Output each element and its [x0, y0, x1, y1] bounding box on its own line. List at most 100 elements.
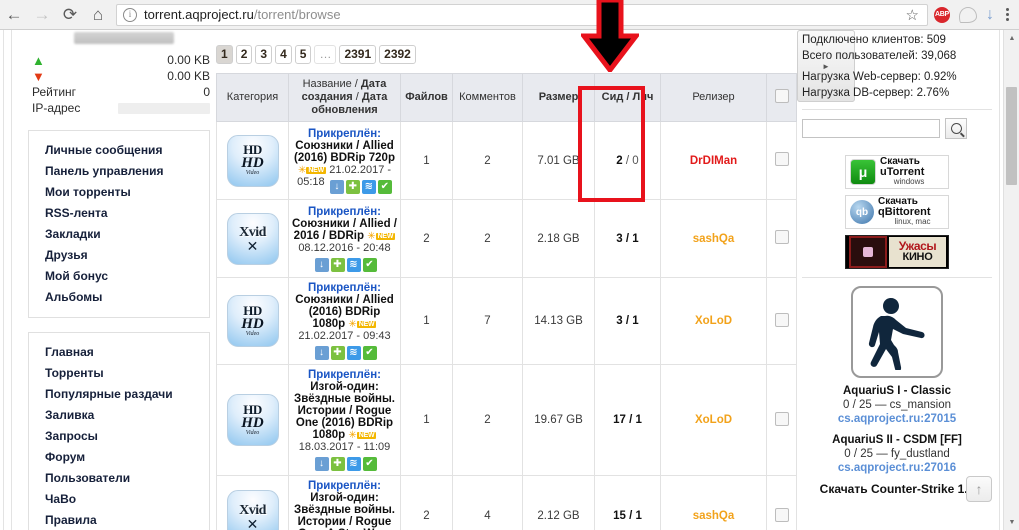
menu-item-bookmarks[interactable]: Закладки [45, 224, 209, 245]
home-icon[interactable]: ⌂ [84, 1, 112, 29]
row-releaser[interactable]: XoLoD [660, 277, 767, 365]
row-checkbox[interactable] [774, 411, 789, 426]
menu-item-control-panel[interactable]: Панель управления [45, 161, 209, 182]
col-comments[interactable]: Комментов [452, 73, 523, 122]
download-icon[interactable]: ↓ [314, 346, 329, 360]
adblock-icon[interactable]: ABP [934, 6, 950, 23]
torrent-title[interactable]: Союзники / Allied (2016) BDRip 1080p [295, 294, 394, 330]
scrollbar-up-arrow[interactable]: ▲ [1004, 30, 1019, 46]
releaser-name[interactable]: sashQa [693, 233, 735, 245]
banner-utorrent[interactable]: μ Скачать uTorrent windows [845, 155, 949, 189]
download-icon[interactable]: ↓ [329, 179, 344, 194]
row-category[interactable]: HD HD Video [216, 277, 289, 365]
menu-item-messages[interactable]: Личные сообщения [45, 140, 209, 161]
menu-item-torrents[interactable]: Торренты [45, 363, 209, 384]
chat-bubble-icon[interactable] [959, 6, 977, 23]
verified-check-icon[interactable]: ✔ [362, 257, 377, 272]
rss-icon[interactable]: ≋ [346, 346, 361, 360]
col-select-all[interactable] [766, 73, 797, 122]
search-button[interactable] [945, 118, 967, 139]
releaser-name[interactable]: XoLoD [695, 414, 732, 426]
row-checkbox[interactable] [774, 152, 789, 166]
menu-item-home[interactable]: Главная [45, 342, 209, 363]
col-releaser[interactable]: Релизер [660, 73, 767, 122]
row-checkbox[interactable] [774, 230, 789, 244]
col-name[interactable]: Название / Дата создания / Дата обновлен… [288, 73, 401, 122]
menu-item-bonus[interactable]: Мой бонус [45, 266, 209, 287]
menu-item-friends[interactable]: Друзья [45, 245, 209, 266]
download-icon[interactable]: ↓ [314, 457, 329, 471]
pagination-page-3[interactable]: 3 [255, 44, 273, 64]
pagination-page-2391[interactable]: 2391 [339, 44, 377, 64]
rss-icon[interactable]: ≋ [361, 179, 376, 194]
row-releaser[interactable]: XoLoD [660, 364, 767, 476]
bookmark-star-icon[interactable]: ☆ [906, 6, 921, 24]
add-icon[interactable]: ✚ [330, 257, 345, 272]
row-name[interactable]: Прикреплён: Изгой-один: Звёздные войны. … [288, 475, 401, 530]
col-category[interactable]: Категория [216, 73, 289, 122]
releaser-name[interactable]: sashQa [693, 510, 735, 522]
back-icon[interactable]: ← [0, 1, 28, 29]
menu-item-rules[interactable]: Правила [45, 510, 209, 530]
cs-download-link[interactable]: Скачать Counter-Strike 1.6 [802, 482, 992, 496]
address-bar[interactable]: i torrent.aqproject.ru/torrent/browse ☆ [116, 3, 928, 26]
row-select[interactable] [766, 121, 797, 200]
torrent-title[interactable]: Изгой-один: Звёздные войны. Истории / Ro… [294, 492, 395, 530]
menu-item-forum[interactable]: Форум [45, 447, 209, 468]
row-name[interactable]: Прикреплён: Союзники / Allied (2016) BDR… [288, 277, 401, 365]
select-all-checkbox[interactable] [774, 88, 789, 103]
banner-horror-kino[interactable]: Ужасы КИНО [845, 235, 949, 269]
row-select[interactable] [766, 364, 797, 476]
menu-item-users[interactable]: Пользователи [45, 468, 209, 489]
add-icon[interactable]: ✚ [330, 346, 345, 360]
row-releaser[interactable]: sashQa [660, 475, 767, 530]
verified-check-icon[interactable]: ✔ [362, 346, 377, 360]
scrollbar-down-arrow[interactable]: ▼ [1004, 514, 1019, 530]
forward-icon[interactable]: → [28, 1, 56, 29]
download-icon[interactable]: ↓ [314, 257, 329, 272]
scroll-to-top-button[interactable]: ↑ [966, 476, 992, 502]
add-icon[interactable]: ✚ [345, 179, 360, 194]
row-releaser[interactable]: DrDIMan [660, 121, 767, 200]
row-checkbox[interactable] [774, 507, 789, 522]
table-row[interactable]: Xvid ✕ Прикреплён: Изгой-один: Звёздные … [216, 475, 797, 530]
col-size[interactable]: Размер [522, 73, 595, 122]
add-icon[interactable]: ✚ [330, 457, 345, 471]
row-releaser[interactable]: sashQa [660, 199, 767, 278]
pagination-page-5[interactable]: 5 [294, 44, 312, 64]
pagination-page-4[interactable]: 4 [275, 44, 292, 64]
rss-icon[interactable]: ≋ [346, 257, 361, 272]
menu-kebab-icon[interactable] [1003, 8, 1012, 21]
banner-qbittorrent[interactable]: qb Скачать qBittorent linux, mac [845, 195, 949, 229]
row-select[interactable] [766, 277, 797, 365]
server-address[interactable]: cs.aqproject.ru:27015 [802, 412, 992, 426]
releaser-name[interactable]: DrDIMan [690, 155, 737, 167]
menu-item-rss[interactable]: RSS-лента [45, 203, 209, 224]
downloads-icon[interactable]: ↓ [986, 6, 994, 23]
rss-icon[interactable]: ≋ [346, 457, 361, 471]
menu-item-popular[interactable]: Популярные раздачи [45, 384, 209, 405]
row-category[interactable]: Xvid ✕ [216, 199, 289, 278]
server-address[interactable]: cs.aqproject.ru:27016 [802, 461, 992, 475]
row-name[interactable]: Прикреплён: Изгой-один: Звёздные войны. … [288, 364, 401, 476]
releaser-name[interactable]: XoLoD [695, 315, 732, 327]
row-name[interactable]: Прикреплён: Союзники / Allied (2016) BDR… [288, 121, 401, 200]
table-row[interactable]: HD HD Video Прикреплён: Союзники / Allie… [216, 121, 797, 200]
row-category[interactable]: Xvid ✕ [216, 475, 289, 530]
scrollbar-thumb[interactable] [1006, 87, 1017, 185]
menu-item-my-torrents[interactable]: Мои торренты [45, 182, 209, 203]
site-info-icon[interactable]: i [123, 7, 137, 22]
row-category[interactable]: HD HD Video [216, 364, 289, 476]
col-seed-leech[interactable]: Сид / Лич [594, 73, 661, 122]
verified-check-icon[interactable]: ✔ [377, 179, 392, 194]
row-checkbox[interactable] [774, 312, 789, 327]
table-row[interactable]: HD HD Video Прикреплён: Изгой-один: Звёз… [216, 364, 797, 476]
reload-icon[interactable]: ⟳ [56, 1, 84, 29]
pagination-page-2[interactable]: 2 [235, 44, 253, 64]
table-row[interactable]: HD HD Video Прикреплён: Союзники / Allie… [216, 277, 797, 365]
row-name[interactable]: Прикреплён: Союзники / Allied / 2016 / B… [288, 199, 401, 278]
verified-check-icon[interactable]: ✔ [362, 457, 377, 471]
row-select[interactable] [766, 199, 797, 278]
col-files[interactable]: Файлов [400, 73, 453, 122]
pagination-page-2392[interactable]: 2392 [379, 44, 416, 64]
